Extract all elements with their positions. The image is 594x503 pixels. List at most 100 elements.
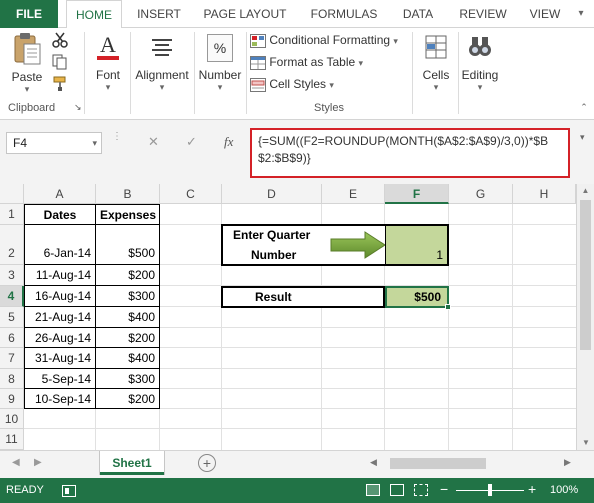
cell-styles-button[interactable]: Cell Styles ▾ — [250, 74, 334, 94]
cancel-icon[interactable]: ✕ — [148, 134, 159, 150]
scroll-down-icon[interactable]: ▼ — [577, 436, 594, 450]
column-header-e[interactable]: E — [322, 184, 385, 204]
paste-icon — [14, 33, 41, 65]
column-header-b[interactable]: B — [96, 184, 160, 204]
sheet-nav-next-icon[interactable]: ▶ — [34, 457, 42, 468]
row-header-3[interactable]: 3 — [0, 265, 24, 286]
scroll-up-icon[interactable]: ▲ — [577, 184, 594, 198]
column-header-f[interactable]: F — [385, 184, 449, 204]
tab-page-layout[interactable]: PAGE LAYOUT — [196, 0, 294, 28]
column-header-c[interactable]: C — [160, 184, 222, 204]
scroll-thumb[interactable] — [580, 200, 591, 350]
column-header-d[interactable]: D — [222, 184, 322, 204]
zoom-level[interactable]: 100% — [550, 484, 578, 496]
table-cell-date[interactable]: 21-Aug-14 — [24, 306, 96, 328]
name-box-dropdown-icon[interactable]: ▾ — [92, 133, 97, 153]
table-cell-expense[interactable]: $400 — [95, 347, 160, 369]
normal-view-icon[interactable] — [366, 484, 380, 496]
row-header-2[interactable]: 2 — [0, 225, 24, 265]
table-cell-date[interactable]: 5-Sep-14 — [24, 368, 96, 389]
row-header-1[interactable]: 1 — [0, 204, 24, 225]
macro-record-icon[interactable] — [62, 485, 76, 497]
insert-function-icon[interactable]: fx — [224, 134, 233, 150]
table-cell-expense[interactable]: $500 — [95, 224, 160, 265]
collapse-ribbon-icon[interactable]: ⌃ — [578, 102, 590, 113]
tab-view[interactable]: VIEW — [522, 0, 568, 28]
row-header-7[interactable]: 7 — [0, 348, 24, 369]
copy-icon — [52, 54, 67, 70]
select-all-corner[interactable] — [0, 184, 24, 204]
zoom-out-button[interactable]: − — [440, 481, 448, 497]
table-cell-date[interactable]: 6-Jan-14 — [24, 224, 96, 265]
vertical-scrollbar[interactable]: ▲ ▼ — [576, 184, 594, 450]
sheet-tab-sheet1[interactable]: Sheet1 — [100, 451, 164, 475]
table-cell-date[interactable]: 10-Sep-14 — [24, 388, 96, 409]
table-cell-date[interactable]: 16-Aug-14 — [24, 285, 96, 307]
header-expenses[interactable]: Expenses — [95, 204, 160, 225]
horizontal-scroll-left-icon[interactable]: ◀ — [370, 457, 377, 468]
row-header-9[interactable]: 9 — [0, 389, 24, 409]
header-dates[interactable]: Dates — [24, 204, 96, 225]
zoom-slider-thumb[interactable] — [488, 484, 492, 496]
column-header-g[interactable]: G — [449, 184, 513, 204]
page-break-view-icon[interactable] — [414, 484, 428, 496]
editing-button[interactable]: Editing ▾ — [460, 32, 500, 98]
horizontal-scroll-right-icon[interactable]: ▶ — [564, 457, 571, 468]
tab-formulas[interactable]: FORMULAS — [304, 0, 384, 28]
number-label: Number — [198, 68, 242, 82]
name-box[interactable]: F4 ▾ — [6, 132, 102, 154]
format-as-table-button[interactable]: Format as Table ▾ — [250, 52, 363, 72]
horizontal-scrollbar-thumb[interactable] — [390, 458, 486, 469]
quarter-input-box: Enter Quarter Number 1 — [221, 224, 449, 266]
alignment-button[interactable]: Alignment ▾ — [132, 32, 192, 98]
row-header-8[interactable]: 8 — [0, 369, 24, 389]
table-cell-expense[interactable]: $200 — [95, 327, 160, 348]
conditional-formatting-button[interactable]: Conditional Formatting ▾ — [250, 30, 398, 50]
styles-group-label: Styles — [314, 102, 344, 114]
page-layout-view-icon[interactable] — [390, 484, 404, 496]
add-sheet-icon[interactable]: + — [198, 454, 216, 472]
row-header-11[interactable]: 11 — [0, 429, 24, 450]
cells-button[interactable]: Cells ▾ — [416, 32, 456, 98]
column-header-a[interactable]: A — [24, 184, 96, 204]
table-cell-date[interactable]: 26-Aug-14 — [24, 327, 96, 348]
sheet-nav-prev-icon[interactable]: ◀ — [12, 457, 20, 468]
copy-button[interactable] — [50, 54, 70, 72]
row-header-6[interactable]: 6 — [0, 328, 24, 348]
paste-button[interactable]: Paste ▾ — [6, 32, 48, 96]
cell-styles-label: Cell Styles — [269, 77, 327, 91]
cut-button[interactable] — [50, 32, 70, 50]
table-cell-date[interactable]: 31-Aug-14 — [24, 347, 96, 369]
tab-home[interactable]: HOME — [66, 0, 122, 29]
tab-file[interactable]: FILE — [0, 0, 58, 28]
table-cell-expense[interactable]: $300 — [95, 368, 160, 389]
clipboard-launcher-icon[interactable]: ↘ — [74, 102, 82, 113]
fill-handle[interactable] — [445, 304, 451, 310]
ribbon: Paste ▾ Clipboard ↘ A Font ▾ Alignment ▾ — [0, 28, 594, 120]
result-value-cell[interactable]: $500 — [385, 286, 451, 310]
number-button[interactable]: % Number ▾ — [196, 32, 244, 98]
table-cell-expense[interactable]: $200 — [95, 388, 160, 409]
tab-data[interactable]: DATA — [392, 0, 444, 28]
table-cell-expense[interactable]: $400 — [95, 306, 160, 328]
row-header-10[interactable]: 10 — [0, 409, 24, 429]
table-cell-expense[interactable]: $300 — [95, 285, 160, 307]
row-header-4[interactable]: 4 — [0, 286, 24, 307]
format-as-table-dropdown-icon: ▾ — [358, 58, 364, 68]
green-arrow-icon — [330, 231, 386, 259]
table-cell-date[interactable]: 11-Aug-14 — [24, 264, 96, 286]
enter-icon[interactable]: ✓ — [186, 134, 197, 150]
font-button[interactable]: A Font ▾ — [90, 32, 126, 98]
tab-review[interactable]: REVIEW — [452, 0, 514, 28]
status-bar: READY − + 100% — [0, 478, 594, 503]
table-cell-expense[interactable]: $200 — [95, 264, 160, 286]
formula-input[interactable]: {=SUM((F2=ROUNDUP(MONTH($A$2:$A$9)/3,0))… — [250, 128, 570, 178]
formula-bar-expand-icon[interactable]: ▾ — [580, 132, 585, 143]
zoom-in-button[interactable]: + — [528, 481, 536, 497]
ribbon-collapse-icon[interactable]: ▾ — [572, 0, 590, 28]
row-header-5[interactable]: 5 — [0, 307, 24, 328]
column-header-h[interactable]: H — [513, 184, 576, 204]
quarter-value-cell[interactable]: 1 — [385, 226, 447, 264]
format-painter-button[interactable] — [50, 76, 70, 94]
tab-insert[interactable]: INSERT — [130, 0, 188, 28]
